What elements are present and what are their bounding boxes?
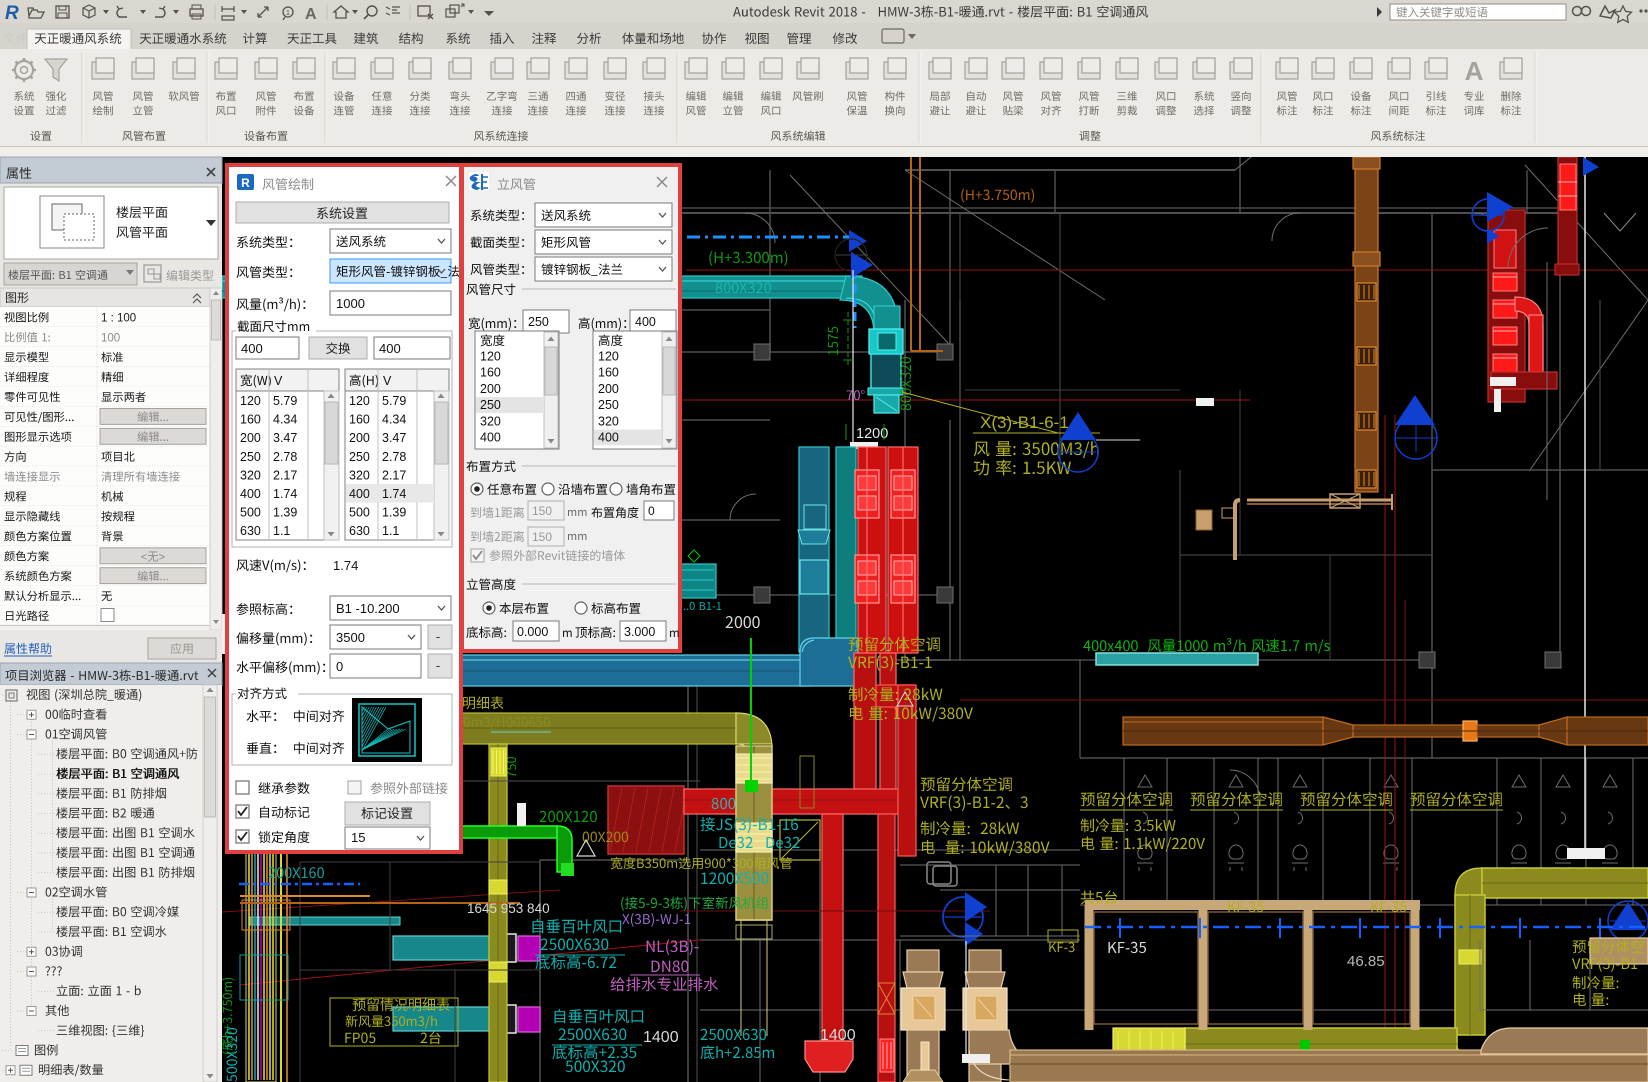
svg-text:630: 630	[240, 524, 261, 538]
svg-text:400: 400	[241, 341, 263, 356]
svg-text:400: 400	[240, 487, 261, 501]
svg-text:150: 150	[532, 504, 552, 518]
svg-text:1.39: 1.39	[382, 506, 406, 520]
svg-text:250: 250	[528, 315, 549, 329]
svg-text:V: V	[274, 374, 283, 388]
svg-text:200: 200	[598, 382, 619, 396]
svg-text:1.1: 1.1	[382, 524, 399, 538]
svg-text:4.34: 4.34	[382, 413, 406, 427]
svg-text:5.79: 5.79	[382, 394, 406, 408]
svg-text:160: 160	[480, 366, 501, 380]
svg-text:160: 160	[349, 413, 370, 427]
svg-text:15: 15	[351, 830, 365, 845]
svg-text:250: 250	[598, 398, 619, 412]
svg-text:-: -	[436, 658, 440, 673]
svg-text:200: 200	[240, 431, 261, 445]
svg-text:1.74: 1.74	[382, 487, 406, 501]
svg-text:400: 400	[635, 315, 656, 329]
svg-text:1645 953 840: 1645 953 840	[467, 901, 550, 916]
svg-text:2.78: 2.78	[273, 450, 297, 464]
svg-text:3.47: 3.47	[382, 431, 406, 445]
svg-text:400: 400	[480, 431, 501, 445]
svg-text:R: R	[241, 176, 250, 190]
svg-text:5.79: 5.79	[273, 394, 297, 408]
svg-text:200: 200	[480, 382, 501, 396]
svg-text:1000: 1000	[336, 296, 365, 311]
svg-text:1400: 1400	[820, 1027, 856, 1044]
svg-text:200: 200	[349, 431, 370, 445]
svg-text:320: 320	[240, 468, 261, 482]
svg-text:A: A	[1465, 56, 1484, 86]
svg-text:1.74: 1.74	[333, 558, 358, 573]
svg-text:1.39: 1.39	[273, 506, 297, 520]
svg-text:2.17: 2.17	[382, 468, 406, 482]
svg-text:3500: 3500	[336, 630, 365, 645]
svg-text:500: 500	[240, 506, 261, 520]
svg-text:250: 250	[480, 398, 501, 412]
svg-text:1: 1	[286, 10, 290, 17]
svg-text:1400: 1400	[643, 1029, 679, 1046]
svg-text:V: V	[383, 374, 392, 388]
svg-text:46.85: 46.85	[1347, 953, 1385, 970]
svg-text:400: 400	[349, 487, 370, 501]
svg-text:3.000: 3.000	[624, 625, 655, 639]
svg-text:1 : 100: 1 : 100	[101, 313, 136, 325]
svg-text:0.000: 0.000	[517, 625, 548, 639]
svg-text:160: 160	[240, 413, 261, 427]
svg-text:2.78: 2.78	[382, 450, 406, 464]
svg-text:1.1: 1.1	[273, 524, 290, 538]
svg-text:0: 0	[648, 504, 655, 518]
svg-text:250: 250	[240, 450, 261, 464]
svg-text:400: 400	[598, 431, 619, 445]
svg-text:250: 250	[349, 450, 370, 464]
svg-text:A: A	[305, 6, 317, 23]
svg-text:320: 320	[480, 414, 501, 428]
svg-text:1200: 1200	[856, 426, 888, 442]
svg-text:320: 320	[598, 414, 619, 428]
svg-text:R: R	[5, 3, 19, 24]
svg-text:120: 120	[349, 394, 370, 408]
svg-text:0: 0	[336, 659, 343, 674]
svg-text:630: 630	[349, 524, 370, 538]
svg-text:120: 120	[480, 350, 501, 364]
svg-text:100: 100	[101, 332, 120, 344]
svg-text:2.17: 2.17	[273, 468, 297, 482]
svg-text:500: 500	[349, 506, 370, 520]
svg-text:-: -	[436, 629, 440, 644]
svg-text:B1 -10.200: B1 -10.200	[336, 601, 400, 616]
svg-text:1.74: 1.74	[273, 487, 297, 501]
svg-text:120: 120	[598, 350, 619, 364]
svg-text:160: 160	[598, 366, 619, 380]
svg-text:320: 320	[349, 468, 370, 482]
svg-text:120: 120	[240, 394, 261, 408]
svg-text:400: 400	[379, 341, 401, 356]
svg-text:<无>: <无>	[141, 551, 166, 563]
svg-text:4.34: 4.34	[273, 413, 297, 427]
svg-text:150: 150	[532, 530, 552, 544]
svg-text:3.47: 3.47	[273, 431, 297, 445]
